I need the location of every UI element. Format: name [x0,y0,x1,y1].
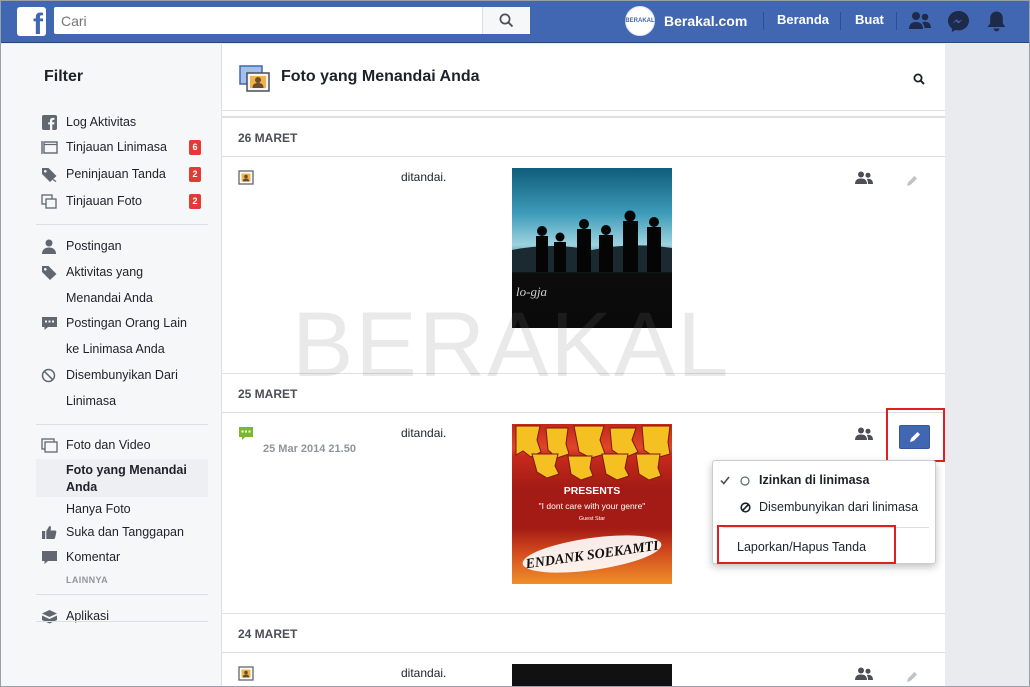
friends-privacy-icon[interactable] [855,171,873,185]
comment-icon [42,317,57,330]
activity-log-sidebar: Filter Log Aktivitas Tinjauan Linimasa 6… [0,44,222,687]
sidebar-item-photos-tagging-you[interactable]: Foto yang Menandai Anda [66,462,226,496]
sidebar-item-hidden[interactable]: Disembunyikan Dari Linimasa [41,362,201,414]
sidebar-item-apps[interactable]: Aplikasi [41,603,201,629]
avatar: BERAKAL [625,6,655,36]
messenger-icon[interactable] [947,10,970,33]
filter-title: Filter [44,68,84,85]
timestamp[interactable]: 25 Mar 2014 21.50 [263,443,356,455]
highlight-box [886,408,945,462]
profile-name: Berakal.com [664,13,748,29]
facebook-logo-icon[interactable]: f [17,7,46,36]
search-button[interactable] [482,7,530,34]
band-silhouette-image: lo-gja [512,210,672,299]
right-gutter [946,44,1030,687]
hidden-icon [740,502,751,513]
sidebar-divider [36,224,208,225]
photos-icon [41,194,57,209]
main-panel: Foto yang Menandai Anda 26 MARET ditanda… [222,44,945,687]
tagged-photo[interactable]: lo-gja [512,168,672,328]
tag-status: ditandai. [401,666,447,680]
profile-link[interactable]: BERAKAL Berakal.com [625,6,747,36]
notification-badge: 2 [189,194,201,209]
home-link[interactable]: Beranda [777,12,829,27]
search-box [54,7,530,34]
poster-presents: PRESENTS [564,485,621,497]
tagged-photo[interactable]: PRESENTS "I dont care with your genre" G… [512,424,672,584]
sidebar-item-photo-review[interactable]: Tinjauan Foto 2 [41,188,201,214]
notifications-icon[interactable] [986,10,1007,33]
date-header: 24 MARET [222,613,945,653]
nav-divider [763,12,764,30]
search-icon [499,13,514,28]
sidebar-item-others-posts[interactable]: Postingan Orang Lain ke Linimasa Anda [41,310,201,362]
notification-badge: 2 [189,167,201,182]
tag-icon [42,266,57,280]
top-navigation-bar: f BERAKAL Berakal.com Beranda Buat [0,0,1030,43]
timeline-icon [41,141,58,154]
notification-badge: 6 [189,140,201,155]
checkmark-icon [720,476,730,485]
tag-status: ditandai. [401,170,447,184]
date-header: 25 MARET [222,373,945,413]
poster-guest: Guest Star [579,516,605,522]
friend-requests-icon[interactable] [908,10,932,32]
friends-privacy-icon[interactable] [855,427,873,441]
search-icon[interactable] [913,73,925,85]
photo-caption: lo-gja [516,284,548,299]
edit-pencil-icon[interactable] [906,175,918,187]
sidebar-item-photos-videos[interactable]: Foto dan Video [41,432,201,458]
sidebar-divider [36,594,208,595]
create-link[interactable]: Buat [855,12,884,27]
concert-poster-image: PRESENTS "I dont care with your genre" G… [515,425,671,573]
sidebar-item-likes-reactions[interactable]: Suka dan Tanggapan [41,519,201,545]
sidebar-item-tag-review[interactable]: Peninjauan Tanda 2 [41,161,201,187]
highlight-box [717,525,896,564]
friends-privacy-icon[interactable] [855,667,873,681]
tag-status: ditandai. [401,426,447,440]
nav-divider [840,12,841,30]
hidden-icon [41,368,56,383]
page-title: Foto yang Menandai Anda [281,68,480,85]
sidebar-item-activity-log[interactable]: Log Aktivitas [41,109,201,135]
facebook-icon [42,115,57,130]
main-header: Foto yang Menandai Anda [222,44,945,111]
radio-circle-icon [740,476,750,486]
sidebar-divider [36,424,208,425]
tagged-photo[interactable] [512,664,672,687]
like-icon [42,526,57,539]
search-input[interactable] [54,7,474,34]
nav-divider [896,12,897,30]
sidebar-item-timeline-review[interactable]: Tinjauan Linimasa 6 [41,134,201,160]
date-header: 26 MARET [222,117,945,157]
person-icon [42,239,56,254]
comment-icon [42,551,57,564]
poster-quote: "I dont care with your genre" [539,501,646,511]
photo-tag-icon [238,170,254,185]
comment-tag-icon [239,427,253,440]
sidebar-item-posts[interactable]: Postingan [41,233,201,259]
tagged-photos-header-icon [239,65,270,92]
photos-icon [41,438,58,453]
edit-pencil-icon[interactable] [906,671,918,683]
sidebar-item-comments[interactable]: Komentar [41,544,201,570]
more-link[interactable]: LAINNYA [66,575,108,585]
sidebar-divider [36,621,208,622]
photo-tag-icon [238,666,254,681]
sidebar-item-tagged-activity[interactable]: Aktivitas yang Menandai Anda [41,259,201,311]
tag-icon [42,168,57,182]
